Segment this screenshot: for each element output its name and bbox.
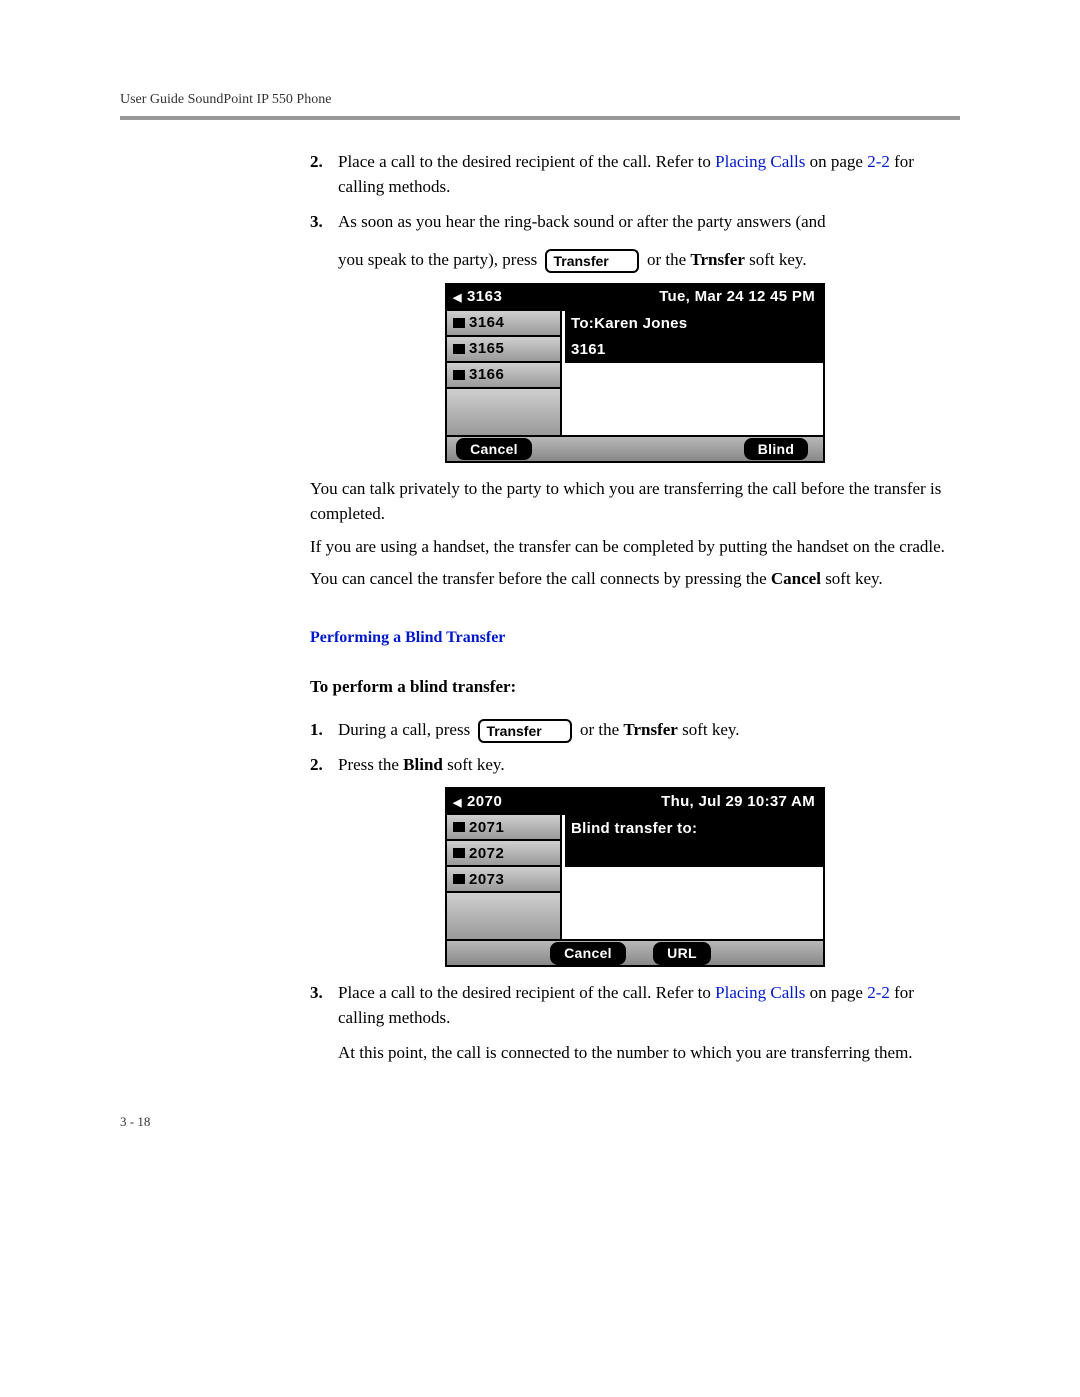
link-placing-calls[interactable]: Placing Calls bbox=[715, 983, 805, 1002]
softkey-row: Cancel URL bbox=[447, 939, 823, 965]
bt-step-3: 3. Place a call to the desired recipient… bbox=[310, 981, 960, 1073]
date-bar: Thu, Jul 29 10:37 AM bbox=[562, 789, 823, 815]
bt-step-1: 1. During a call, press Transfer or the … bbox=[310, 718, 960, 743]
phone-icon bbox=[453, 874, 465, 884]
ext-active: 3163 bbox=[447, 285, 560, 311]
softkey-row: Cancel Blind bbox=[447, 435, 823, 461]
ext-blank bbox=[447, 389, 560, 435]
ext-line: 3165 bbox=[447, 337, 560, 363]
ext-line: 2071 bbox=[447, 815, 560, 841]
section-blind-transfer: Performing a Blind Transfer bbox=[310, 626, 960, 649]
softkey-cancel: Cancel bbox=[550, 942, 626, 964]
step-number: 3. bbox=[310, 981, 338, 1073]
speaker-icon bbox=[453, 791, 463, 813]
phone-icon bbox=[453, 318, 465, 328]
step-number: 3. bbox=[310, 210, 338, 274]
softkey-cancel: Cancel bbox=[456, 438, 532, 460]
step-body: Press the Blind soft key. bbox=[338, 753, 960, 778]
para: You can talk privately to the party to w… bbox=[310, 477, 960, 526]
ext-line: 2072 bbox=[447, 841, 560, 867]
phone-body: To:Karen Jones 3161 bbox=[562, 311, 823, 435]
ext-line: 3166 bbox=[447, 363, 560, 389]
ext-active: 2070 bbox=[447, 789, 560, 815]
softkey-url: URL bbox=[653, 942, 711, 964]
step-number: 2. bbox=[310, 753, 338, 778]
header-rule bbox=[120, 116, 960, 120]
step-body: Place a call to the desired recipient of… bbox=[338, 981, 960, 1073]
bt-step-2: 2. Press the Blind soft key. bbox=[310, 753, 960, 778]
dial-number: 3161 bbox=[565, 337, 823, 363]
transfer-key: Transfer bbox=[545, 249, 638, 273]
blind-transfer-line: Blind transfer to: bbox=[565, 815, 823, 841]
phone-main: Thu, Jul 29 10:37 AM Blind transfer to: bbox=[562, 789, 823, 939]
softkey-blind: Blind bbox=[744, 438, 809, 460]
ext-line: 3164 bbox=[447, 311, 560, 337]
link-page-ref[interactable]: 2-2 bbox=[867, 152, 890, 171]
extension-column: 2070 2071 2072 2073 bbox=[447, 789, 562, 939]
para-cancel: You can cancel the transfer before the c… bbox=[310, 567, 960, 592]
step-body: As soon as you hear the ring-back sound … bbox=[338, 210, 960, 274]
phone-body: Blind transfer to: bbox=[562, 815, 823, 939]
link-page-ref[interactable]: 2-2 bbox=[867, 983, 890, 1002]
step-number: 2. bbox=[310, 150, 338, 199]
blank-area bbox=[565, 363, 823, 435]
para: If you are using a handset, the transfer… bbox=[310, 535, 960, 560]
entry-line bbox=[565, 841, 823, 867]
transfer-key: Transfer bbox=[478, 719, 571, 743]
blank-area bbox=[565, 867, 823, 939]
phone-icon bbox=[453, 370, 465, 380]
step-body: During a call, press Transfer or the Trn… bbox=[338, 718, 960, 743]
page-footer: 3 - 18 bbox=[120, 1113, 960, 1132]
step-number: 1. bbox=[310, 718, 338, 743]
speaker-icon bbox=[453, 286, 463, 308]
date-bar: Tue, Mar 24 12 45 PM bbox=[562, 285, 823, 311]
step-3: 3. As soon as you hear the ring-back sou… bbox=[310, 210, 960, 274]
phone-screen-1: 3163 3164 3165 3166 Tue, Mar 24 12 45 PM… bbox=[445, 283, 825, 463]
ext-blank bbox=[447, 893, 560, 939]
phone-screen-2: 2070 2071 2072 2073 Thu, Jul 29 10:37 AM… bbox=[445, 787, 825, 967]
subhead-perform: To perform a blind transfer: bbox=[310, 675, 960, 700]
page-header: User Guide SoundPoint IP 550 Phone bbox=[120, 90, 960, 110]
phone-icon bbox=[453, 822, 465, 832]
phone-main: Tue, Mar 24 12 45 PM To:Karen Jones 3161 bbox=[562, 285, 823, 435]
step-2: 2. Place a call to the desired recipient… bbox=[310, 150, 960, 199]
extension-column: 3163 3164 3165 3166 bbox=[447, 285, 562, 435]
final-para: At this point, the call is connected to … bbox=[338, 1041, 960, 1066]
content-area: 2. Place a call to the desired recipient… bbox=[310, 150, 960, 1073]
link-placing-calls[interactable]: Placing Calls bbox=[715, 152, 805, 171]
phone-icon bbox=[453, 344, 465, 354]
ext-line: 2073 bbox=[447, 867, 560, 893]
call-to-line: To:Karen Jones bbox=[565, 311, 823, 337]
phone-icon bbox=[453, 848, 465, 858]
step-body: Place a call to the desired recipient of… bbox=[338, 150, 960, 199]
